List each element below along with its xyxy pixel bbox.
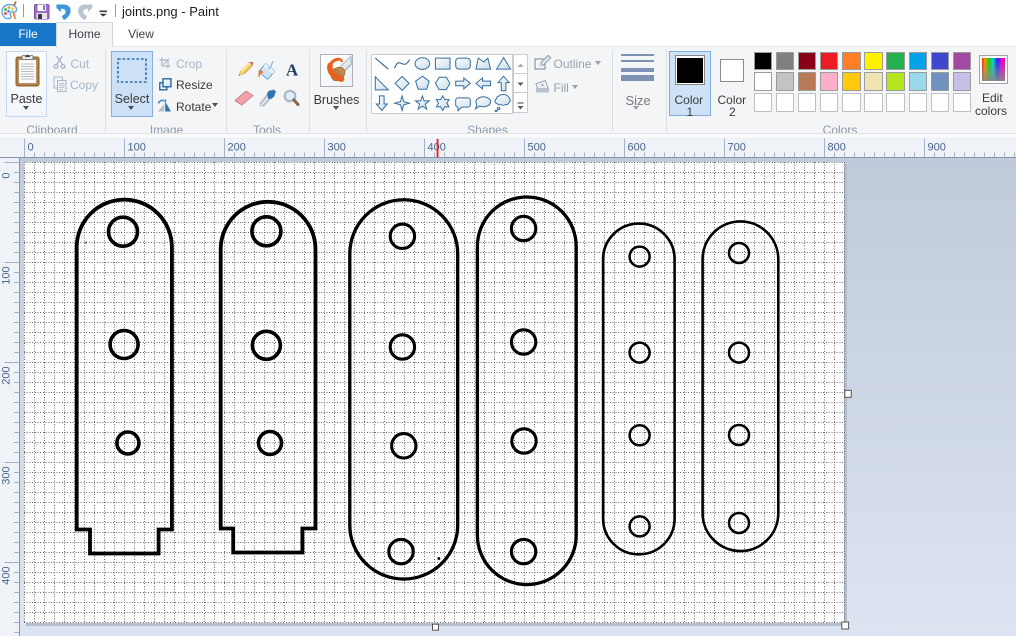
svg-text:300: 300 — [328, 142, 346, 154]
svg-text:400: 400 — [1, 566, 13, 584]
svg-text:100: 100 — [1, 266, 13, 284]
svg-text:300: 300 — [1, 466, 13, 484]
svg-text:700: 700 — [728, 142, 746, 154]
svg-text:600: 600 — [628, 142, 646, 154]
svg-text:900: 900 — [928, 142, 946, 154]
svg-text:200: 200 — [228, 142, 246, 154]
svg-text:0: 0 — [1, 172, 13, 178]
svg-text:A: A — [286, 62, 299, 77]
svg-text:100: 100 — [128, 142, 146, 154]
svg-text:200: 200 — [1, 366, 13, 384]
svg-text:500: 500 — [528, 142, 546, 154]
svg-text:0: 0 — [28, 142, 34, 154]
svg-text:800: 800 — [828, 142, 846, 154]
